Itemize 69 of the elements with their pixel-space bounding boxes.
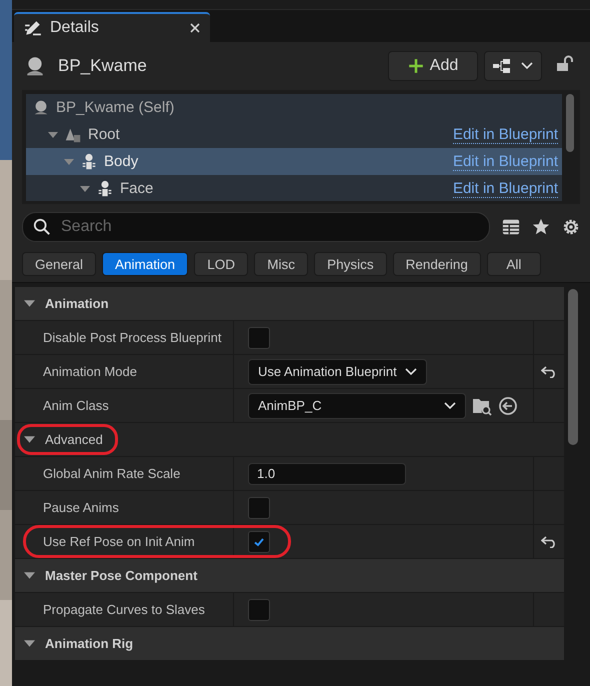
component-name: BP_Kwame (Self) xyxy=(56,99,174,116)
edit-in-blueprint-link[interactable]: Edit in Blueprint xyxy=(452,180,558,198)
plus-icon xyxy=(408,58,424,74)
property-label: Pause Anims xyxy=(43,500,119,515)
component-name: Body xyxy=(104,153,138,170)
property-label: Use Ref Pose on Init Anim xyxy=(43,534,195,549)
checkbox[interactable] xyxy=(248,326,270,348)
property-label: Propagate Curves to Slaves xyxy=(43,602,205,617)
category-header[interactable]: Advanced xyxy=(15,423,564,457)
category-title: Animation xyxy=(45,296,109,311)
filter-tab[interactable]: Animation xyxy=(102,252,188,276)
search-icon xyxy=(33,218,51,236)
pencil-list-icon xyxy=(24,19,42,37)
filter-tab[interactable]: All xyxy=(486,252,541,276)
checkbox[interactable] xyxy=(248,496,270,518)
edit-in-blueprint-link[interactable]: Edit in Blueprint xyxy=(452,126,558,144)
caret-icon[interactable] xyxy=(24,434,35,445)
property-label: Anim Class xyxy=(43,398,109,413)
filter-tab[interactable]: Physics xyxy=(314,252,387,276)
tree-item[interactable]: Root Edit in Blueprint xyxy=(26,121,562,148)
category-title: Advanced xyxy=(45,432,103,447)
filter-tab[interactable]: LOD xyxy=(194,252,248,276)
caret-icon[interactable] xyxy=(24,638,35,649)
reset-arrow-icon[interactable] xyxy=(541,536,557,548)
mode-dropdown[interactable]: Use Animation Blueprint xyxy=(248,358,427,384)
caret-icon[interactable] xyxy=(80,184,90,194)
tree-item[interactable]: Face Edit in Blueprint xyxy=(26,175,562,201)
scrollbar-thumb[interactable] xyxy=(566,94,574,152)
property-label: Animation Mode xyxy=(43,364,137,379)
category-header[interactable]: Animation Rig xyxy=(15,627,564,661)
caret-icon[interactable] xyxy=(48,130,58,140)
sphere-icon xyxy=(32,98,50,116)
category-header[interactable]: Animation xyxy=(15,287,564,321)
component-name: Face xyxy=(120,180,154,197)
unlocked-padlock-icon[interactable] xyxy=(556,55,574,73)
hierarchy-dropdown[interactable] xyxy=(484,51,542,81)
checkbox[interactable] xyxy=(248,530,270,552)
caret-icon[interactable] xyxy=(24,570,35,581)
category-title: Master Pose Component xyxy=(45,568,198,583)
table-icon[interactable] xyxy=(502,218,520,236)
caret-icon xyxy=(521,62,533,70)
details-tab[interactable]: Details xyxy=(14,12,210,42)
skeleton-icon xyxy=(96,180,114,198)
component-name: Root xyxy=(88,126,120,143)
add-button[interactable]: Add xyxy=(388,51,478,81)
class-dropdown[interactable]: AnimBP_C xyxy=(248,392,466,418)
scrollbar-thumb[interactable] xyxy=(568,289,578,445)
category-title: Animation Rig xyxy=(45,636,134,651)
settings-icon[interactable] xyxy=(562,218,580,236)
number-field[interactable]: 1.0 xyxy=(248,462,406,484)
filter-tab[interactable]: Misc xyxy=(254,252,308,276)
filter-tab[interactable]: Rendering xyxy=(392,252,481,276)
property-label: Global Anim Rate Scale xyxy=(43,466,180,481)
reset-arrow-icon[interactable] xyxy=(541,366,557,378)
actor-name: BP_Kwame xyxy=(58,56,147,76)
skeleton-icon xyxy=(80,152,98,170)
caret-icon xyxy=(444,402,456,410)
checkbox[interactable] xyxy=(248,598,270,620)
property-label: Disable Post Process Blueprint xyxy=(43,330,222,345)
tree-item[interactable]: BP_Kwame (Self) xyxy=(26,94,562,121)
caret-icon[interactable] xyxy=(24,298,35,309)
category-header[interactable]: Master Pose Component xyxy=(15,559,564,593)
star-icon[interactable] xyxy=(532,218,550,236)
filter-tab[interactable]: General xyxy=(22,252,96,276)
check-icon xyxy=(253,536,265,548)
search-field[interactable]: Search xyxy=(22,212,490,242)
search-input[interactable]: Search xyxy=(59,217,479,237)
close-icon[interactable] xyxy=(190,23,200,33)
caret-icon xyxy=(404,368,417,376)
